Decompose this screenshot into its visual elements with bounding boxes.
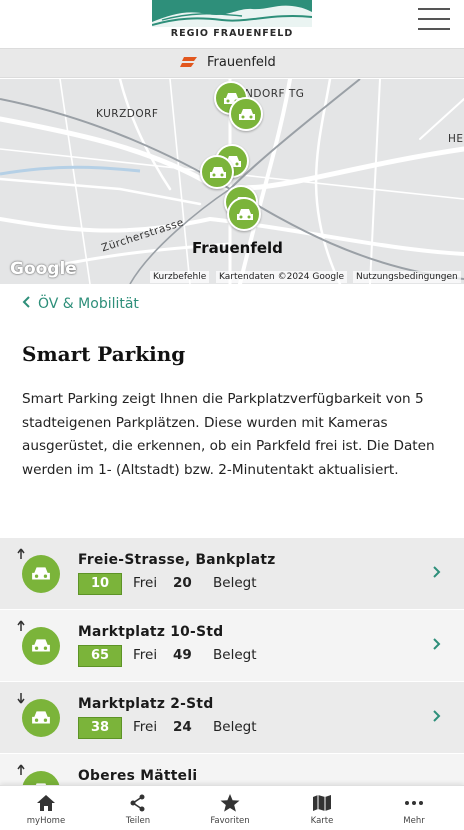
occupied-count: 49 <box>173 647 192 663</box>
map-icon <box>313 795 331 811</box>
nav-label: Karte <box>310 816 334 826</box>
occupied-count: 24 <box>173 719 192 735</box>
parking-marker[interactable] <box>200 155 234 189</box>
page-intro: Smart Parking zeigt Ihnen die Parkplatzv… <box>22 391 435 478</box>
nav-label: Teilen <box>125 816 151 826</box>
hamburger-icon <box>418 8 450 10</box>
parking-name: Marktplatz 10-Std <box>78 624 224 640</box>
list-item[interactable]: Freie-Strasse, Bankplatz 10 Frei 20 Bele… <box>0 538 464 610</box>
trend-up-icon <box>17 548 25 559</box>
map-terms-link[interactable]: Nutzungsbedingungen <box>353 271 461 283</box>
location-name: Frauenfeld <box>207 55 276 70</box>
parking-name: Marktplatz 2-Std <box>78 696 214 712</box>
parking-name: Oberes Mätteli <box>78 768 198 784</box>
page-title: Smart Parking <box>22 342 186 366</box>
chevron-left-icon <box>22 296 30 312</box>
map-label-he: HE <box>448 133 464 145</box>
trend-down-icon <box>17 693 25 704</box>
nav-map[interactable]: Karte <box>276 786 368 830</box>
app-header: REGIO FRAUENFELD <box>0 0 464 48</box>
nav-myhome[interactable]: myHome <box>0 786 92 830</box>
list-item[interactable]: Marktplatz 10-Std 65 Frei 49 Belegt <box>0 610 464 682</box>
chevron-right-icon <box>433 638 441 650</box>
parking-name: Freie-Strasse, Bankplatz <box>78 552 276 568</box>
logo-text: REGIO FRAUENFELD <box>152 27 312 40</box>
home-icon <box>37 795 55 811</box>
parking-list: Freie-Strasse, Bankplatz 10 Frei 20 Bele… <box>0 538 464 826</box>
list-item[interactable]: Marktplatz 2-Std 38 Frei 24 Belegt <box>0 682 464 754</box>
hamburger-icon-line <box>418 28 450 30</box>
nav-more[interactable]: Mehr <box>368 786 460 830</box>
car-icon <box>237 209 253 220</box>
nav-share[interactable]: Teilen <box>92 786 184 830</box>
parking-marker[interactable] <box>227 197 261 231</box>
parking-map[interactable]: KURZDORF NDORF TG HE Zürcherstrasse Frau… <box>0 79 464 284</box>
bottom-navigation: myHome Teilen Favoriten Karte Mehr <box>0 785 464 830</box>
share-icon <box>130 794 145 812</box>
occupied-count: 20 <box>173 575 192 591</box>
trend-up-icon <box>17 764 25 775</box>
free-count-badge: 65 <box>78 645 122 667</box>
nav-label: Mehr <box>403 816 425 826</box>
car-icon <box>22 699 60 737</box>
parking-marker[interactable] <box>229 97 263 131</box>
back-link[interactable]: ÖV & Mobilität <box>22 296 139 312</box>
map-shortcuts-link[interactable]: Kurzbefehle <box>150 271 210 283</box>
nav-label: myHome <box>26 816 66 826</box>
car-icon <box>22 627 60 665</box>
nav-favorites[interactable]: Favoriten <box>184 786 276 830</box>
car-icon <box>22 555 60 593</box>
free-count-badge: 38 <box>78 717 122 739</box>
trend-up-icon <box>17 620 25 631</box>
nav-label: Favoriten <box>210 816 250 826</box>
free-count-badge: 10 <box>78 573 122 595</box>
regio-frauenfeld-logo[interactable]: REGIO FRAUENFELD <box>152 0 312 40</box>
map-label-kurzdorf: KURZDORF <box>96 108 159 120</box>
location-pin-icon <box>180 57 197 67</box>
more-icon <box>405 801 423 805</box>
chevron-right-icon <box>433 710 441 722</box>
car-icon <box>239 109 255 120</box>
car-icon <box>210 167 226 178</box>
free-label: Frei <box>133 575 158 591</box>
occupied-label: Belegt <box>213 575 257 591</box>
google-logo: Google <box>10 259 77 279</box>
menu-button[interactable] <box>418 8 450 30</box>
back-link-label: ÖV & Mobilität <box>38 296 139 312</box>
location-bar[interactable]: Frauenfeld <box>0 48 464 78</box>
occupied-label: Belegt <box>213 647 257 663</box>
star-icon <box>220 794 240 812</box>
free-label: Frei <box>133 719 158 735</box>
map-data-attribution: Kartendaten ©2024 Google <box>216 271 348 283</box>
occupied-label: Belegt <box>213 719 257 735</box>
free-label: Frei <box>133 647 158 663</box>
chevron-right-icon <box>433 566 441 578</box>
hamburger-icon-line <box>418 18 450 20</box>
map-label-city: Frauenfeld <box>192 239 283 257</box>
logo-hills-graphic <box>152 5 312 27</box>
